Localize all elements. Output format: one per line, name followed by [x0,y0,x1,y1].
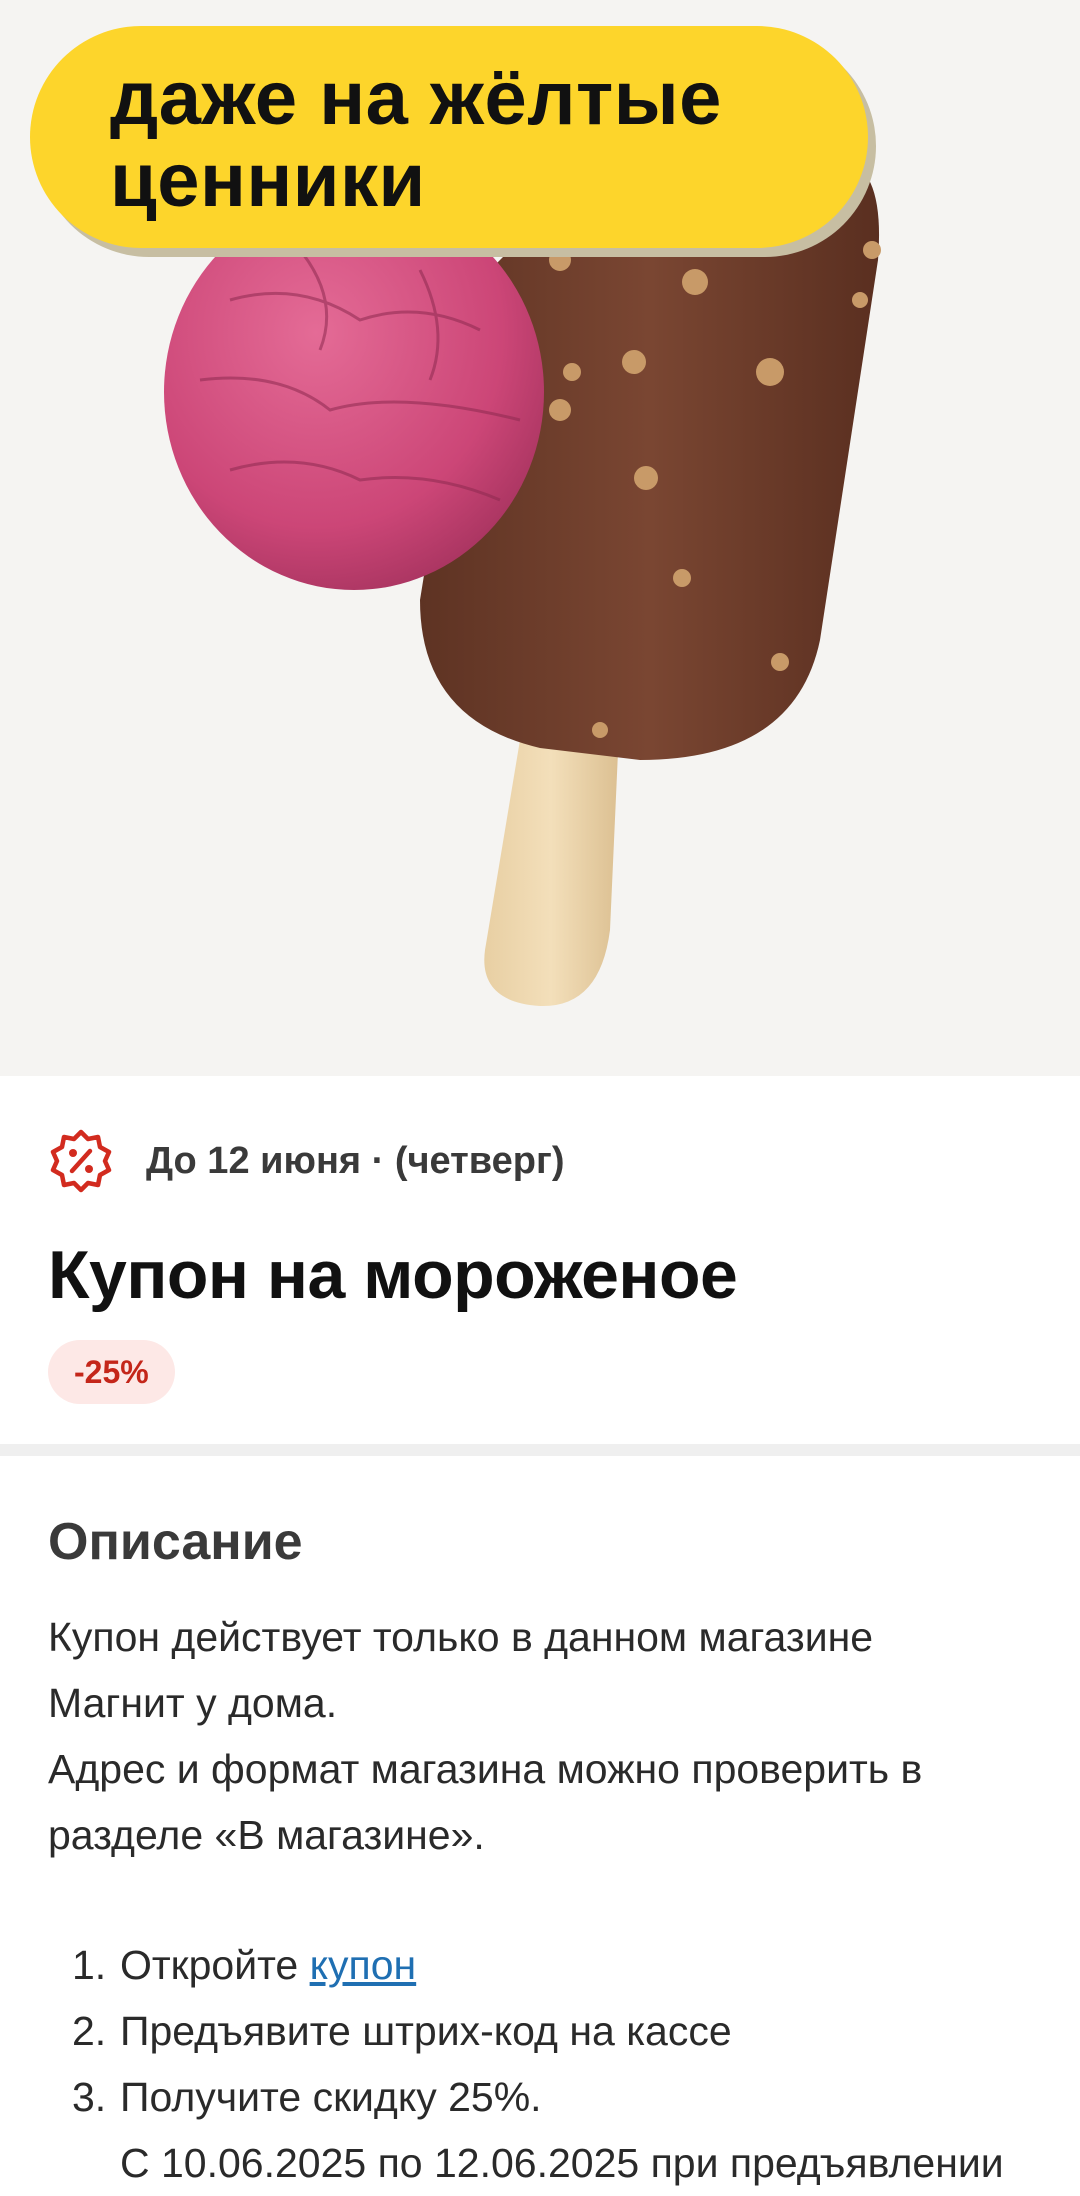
step-text: Откройте купон [120,1942,417,1988]
percent-badge-icon [50,1129,112,1193]
step-item: 2. Предъявите штрих-код на кассе [72,1998,1072,2064]
step-text: Получите скидку 25%. [120,2074,542,2120]
step-number: 1. [72,1942,107,1988]
step-text: Предъявите штрих-код на кассе [120,2008,732,2054]
step-number: 3. [72,2074,107,2120]
description-section: Описание Купон действует только в данном… [0,1456,1080,2186]
description-line: Магнит у дома. [48,1680,338,1726]
promo-line-1: даже на жёлтые [110,56,722,141]
description-line: разделе «В магазине». [48,1812,485,1858]
steps-list: 1. Откройте купон 2. Предъявите штрих-ко… [72,1932,1072,2130]
hero-banner: даже на жёлтые ценники [0,0,1080,1076]
validity-row: До 12 июня · (четверг) [48,1128,564,1194]
valid-until-text: До 12 июня · (четверг) [146,1139,565,1182]
coupon-link[interactable]: купон [310,1942,417,1988]
description-line: Купон действует только в данном магазине [48,1614,874,1660]
coupon-title: Купон на мороженое [48,1237,738,1313]
description-line: Адрес и формат магазина можно проверить … [48,1746,923,1792]
terms-note: С 10.06.2025 по 12.06.2025 при предъявле… [120,2140,1004,2186]
step-item: 1. Откройте купон [72,1932,1072,1998]
description-heading: Описание [48,1513,303,1571]
promo-line-2: ценники [110,138,426,223]
coupon-details: До 12 июня · (четверг) Купон на морожено… [0,1076,1080,1444]
description-text: Купон действует только в данном магазине… [48,1604,1048,1868]
promo-text: даже на жёлтые ценники [110,58,722,222]
discount-badge: -25% [48,1340,175,1404]
section-divider [0,1444,1080,1456]
step-item: 3. Получите скидку 25%. [72,2064,1072,2130]
step-number: 2. [72,2008,107,2054]
